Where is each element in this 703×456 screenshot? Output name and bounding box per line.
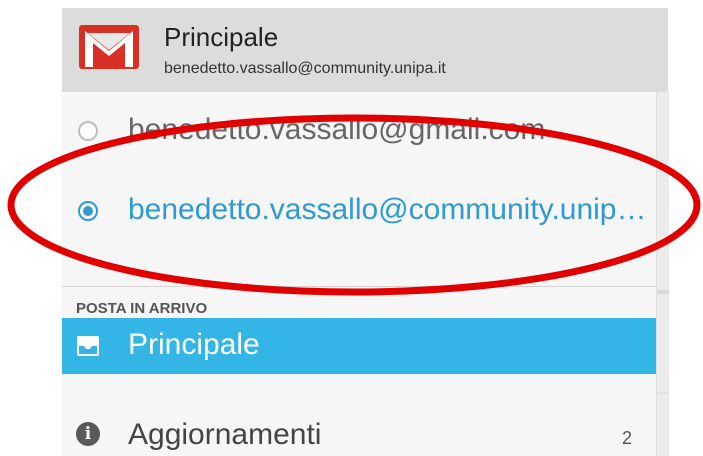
gmail-logo-icon — [79, 25, 139, 69]
pane-shade — [657, 392, 669, 394]
section-divider — [62, 286, 656, 287]
inbox-icon — [77, 336, 99, 356]
unread-count-badge: 2 — [621, 428, 632, 448]
nav-label-principale: Principale — [128, 328, 260, 361]
account-email-gmail: benedetto.vassallo@gmail.com — [128, 113, 546, 146]
nav-item-aggiornamenti[interactable]: i Aggiornamenti 2 — [62, 408, 656, 456]
info-icon: i — [76, 422, 100, 446]
nav-item-principale[interactable]: Principale — [62, 318, 656, 374]
navigation-drawer: benedetto.vassallo@gmail.com benedetto.v… — [62, 92, 656, 456]
section-label-inbox: POSTA IN ARRIVO — [76, 300, 208, 317]
content-pane-edge — [656, 92, 669, 456]
drawer-header: Principale benedetto.vassallo@community.… — [62, 8, 668, 92]
account-email-community: benedetto.vassallo@community.unipa.it — [128, 193, 648, 226]
nav-label-aggiornamenti: Aggiornamenti — [128, 418, 322, 451]
pane-shade — [657, 290, 669, 294]
account-radio-gmail[interactable] — [78, 121, 98, 141]
header-account-email: benedetto.vassallo@community.unipa.it — [164, 60, 446, 77]
header-title: Principale — [164, 22, 279, 52]
account-radio-community[interactable] — [78, 201, 98, 221]
account-row-gmail[interactable]: benedetto.vassallo@gmail.com — [62, 92, 656, 172]
account-row-community[interactable]: benedetto.vassallo@community.unipa.it — [62, 172, 656, 252]
